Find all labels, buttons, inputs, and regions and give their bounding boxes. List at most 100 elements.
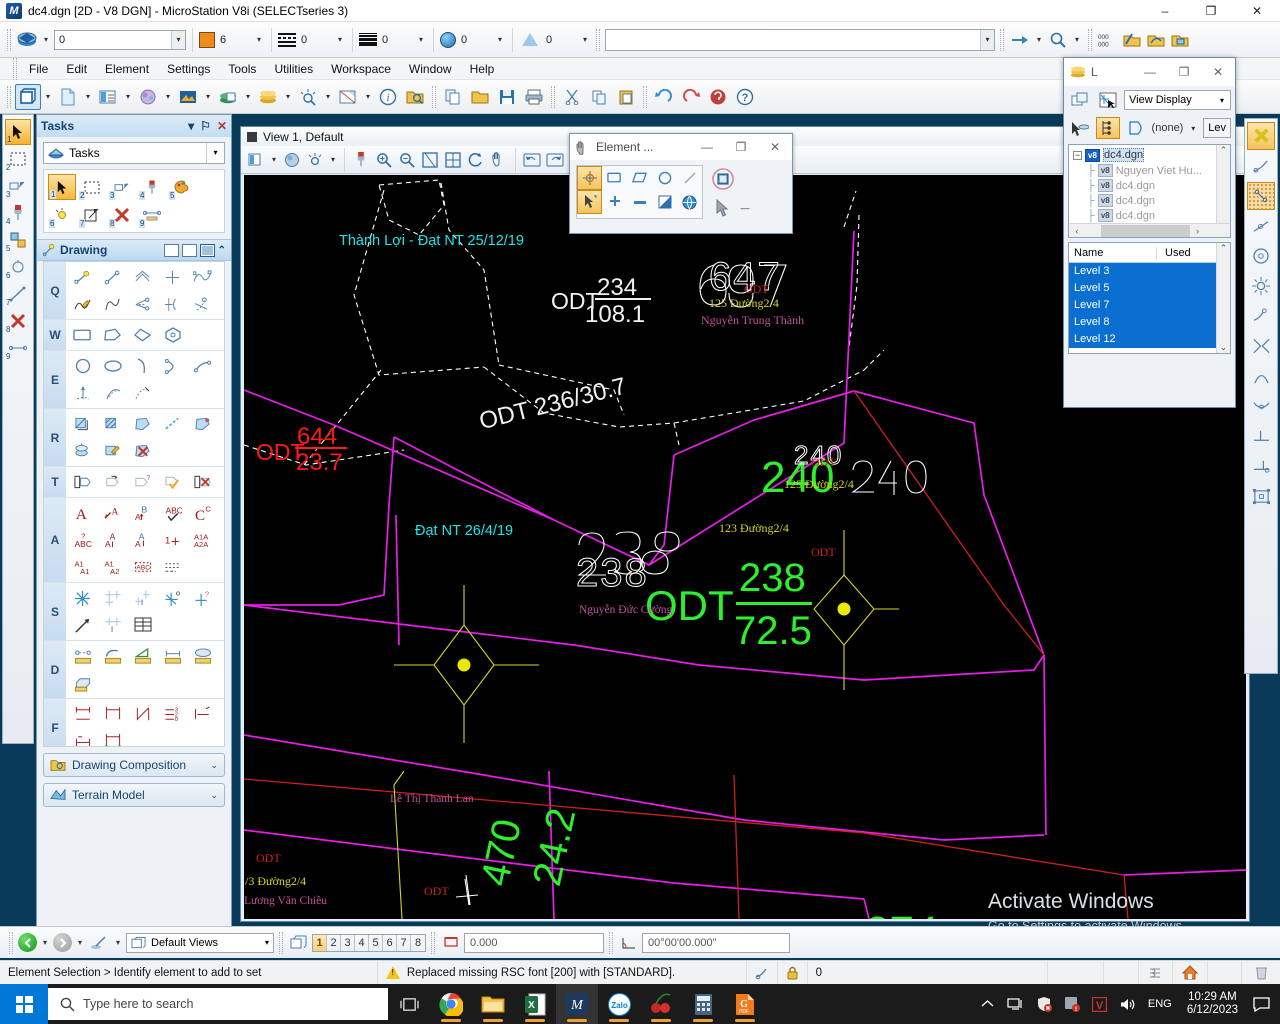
task-element-selection[interactable]: 1 — [48, 174, 76, 200]
menu-edit[interactable]: Edit — [57, 60, 96, 78]
level-filter-caret[interactable]: ▾ — [1187, 124, 1199, 133]
toolbar-grip[interactable] — [551, 85, 555, 108]
attach-reference-icon[interactable] — [1121, 29, 1143, 51]
excel-taskbar-icon[interactable]: X — [514, 984, 556, 1024]
add-selection-icon[interactable] — [602, 190, 627, 214]
level-list-item[interactable]: Level 5 — [1069, 280, 1230, 297]
cursor-mode-icon[interactable] — [711, 197, 733, 219]
file-explorer-icon[interactable] — [472, 984, 514, 1024]
delete-element-tool[interactable]: 8 — [5, 308, 31, 334]
reference-caret[interactable]: ▾ — [242, 92, 254, 101]
undo-caret[interactable]: ▾ — [1033, 35, 1045, 44]
transparency-caret[interactable]: ▾ — [494, 35, 506, 44]
undo-redo-icon[interactable] — [1009, 29, 1031, 51]
tree-node-child[interactable]: ├ v8 dc4.dgn — [1071, 193, 1228, 208]
models-caret[interactable]: ▾ — [42, 92, 54, 101]
view-next-button[interactable] — [53, 933, 72, 952]
level-manager-icon[interactable] — [255, 84, 281, 110]
levels-button[interactable]: Lev — [1203, 118, 1232, 138]
view-toggle-3[interactable]: 3 — [341, 934, 355, 951]
parallel-snap-icon[interactable] — [1247, 422, 1275, 450]
view-rotation-caret[interactable]: ▾ — [112, 938, 124, 947]
project-explorer-icon[interactable] — [402, 84, 428, 110]
angle-input[interactable]: 00°00'00.000" — [642, 932, 790, 953]
place-circle-icon[interactable] — [68, 353, 97, 379]
level-file-tree[interactable]: − v8 dc4.dgn ├ v8 Nguyen Viet Hu... ├ v8… — [1068, 144, 1231, 238]
dimension-chain-icon[interactable] — [68, 728, 97, 746]
chrome-taskbar-icon[interactable] — [430, 984, 472, 1024]
modify-arc-radius-icon[interactable] — [68, 380, 97, 406]
view-toggle-7[interactable]: 7 — [397, 934, 411, 951]
models-icon[interactable] — [15, 83, 41, 110]
copy-enter-data-icon[interactable]: A1 A1 — [68, 554, 97, 580]
close-button[interactable]: ✕ — [1234, 0, 1280, 22]
level-dialog-minimize[interactable]: — — [1133, 58, 1167, 86]
block-select-icon[interactable] — [602, 166, 627, 190]
zoom-caret[interactable]: ▾ — [1071, 35, 1083, 44]
menu-settings[interactable]: Settings — [158, 60, 219, 78]
help-icon[interactable]: ? — [732, 84, 758, 110]
invert-selection-icon[interactable] — [652, 190, 677, 214]
pattern-area-icon[interactable] — [128, 411, 157, 437]
place-multiline-icon[interactable] — [128, 264, 157, 290]
place-block-icon[interactable] — [68, 322, 97, 348]
line-style-caret[interactable]: ▾ — [334, 35, 346, 44]
active-level-combo[interactable]: 0 ▾ — [54, 29, 186, 50]
measure-angle-icon[interactable] — [128, 643, 157, 669]
toolbar-grip[interactable] — [432, 85, 436, 108]
attach-reference-3-icon[interactable] — [1169, 29, 1191, 51]
line-select-icon[interactable] — [677, 166, 702, 190]
language-indicator[interactable]: ENG — [1143, 984, 1177, 1024]
fence-tool[interactable]: 2 — [5, 146, 31, 172]
display-text-attributes-icon[interactable]: 1 — [158, 527, 187, 553]
drawing-section-header[interactable]: Drawing ⌃ — [37, 239, 231, 261]
construct-tangent-icon[interactable] — [188, 291, 217, 317]
zalo-taskbar-icon[interactable]: Zalo — [598, 984, 640, 1024]
review-tag-icon[interactable]: ? — [128, 469, 157, 495]
level-dialog-close[interactable]: ✕ — [1201, 58, 1235, 86]
place-orthogonal-shape-icon[interactable] — [128, 322, 157, 348]
change-text-attributes-icon[interactable]: AA — [128, 527, 157, 553]
vpn-tray-icon[interactable]: V — [1087, 984, 1113, 1024]
level-list-item[interactable]: Level 7 — [1069, 297, 1230, 314]
view-previous-button[interactable] — [18, 933, 37, 952]
toolbar-grip[interactable] — [609, 931, 613, 954]
view-display-mode-icon[interactable] — [304, 149, 326, 171]
active-level-caret[interactable]: ▾ — [171, 30, 185, 49]
active-color-caret[interactable]: ▾ — [253, 35, 265, 44]
microstation-taskbar-icon[interactable]: M — [556, 984, 598, 1024]
place-text-above-icon[interactable]: BA — [128, 500, 157, 526]
collapse-caret-icon[interactable]: ▾ — [188, 119, 194, 133]
change-pattern-icon[interactable] — [98, 438, 127, 464]
place-active-cell-icon[interactable] — [128, 585, 157, 611]
construct-perpendicular-icon[interactable] — [158, 291, 187, 317]
select-all-icon[interactable] — [677, 190, 702, 214]
new-selection-icon[interactable] — [577, 190, 602, 214]
view-toggle-1[interactable]: 1 — [313, 934, 327, 951]
tangent-snap-icon[interactable] — [1247, 362, 1275, 390]
render-caret[interactable]: ▾ — [162, 92, 174, 101]
action-center-icon[interactable] — [1248, 984, 1274, 1024]
manipulate-tool[interactable]: 3 — [5, 173, 31, 199]
element-dialog-minimize[interactable]: — — [690, 134, 724, 160]
task-manipulate[interactable]: 3 — [108, 174, 136, 200]
measure-length-icon[interactable] — [158, 643, 187, 669]
point-through-snap-icon[interactable] — [1247, 452, 1275, 480]
multi-snap-icon[interactable] — [1247, 482, 1275, 510]
chevron-down-icon[interactable]: ⌄ — [210, 760, 218, 771]
task-change-attributes[interactable]: 4 — [138, 174, 166, 200]
taskbar-clock[interactable]: 10:29 AM 6/12/2023 — [1179, 991, 1246, 1017]
calculator-taskbar-icon[interactable] — [682, 984, 724, 1024]
measure-area-icon[interactable] — [188, 643, 217, 669]
view-menu-icon[interactable] — [247, 131, 257, 142]
keypoint-snap-icon[interactable] — [1247, 182, 1275, 210]
place-text-icon[interactable]: A — [68, 500, 97, 526]
new-file-icon[interactable] — [55, 84, 81, 110]
level-symbology-icon[interactable] — [16, 29, 38, 51]
level-list-item[interactable]: Level 8 — [1069, 314, 1230, 331]
distance-icon[interactable] — [440, 932, 462, 954]
view-render-icon[interactable] — [281, 149, 303, 171]
scroll-right-icon[interactable]: › — [1190, 226, 1206, 236]
column-used[interactable]: Used — [1157, 247, 1212, 259]
dimension-box-icon[interactable] — [98, 728, 127, 746]
